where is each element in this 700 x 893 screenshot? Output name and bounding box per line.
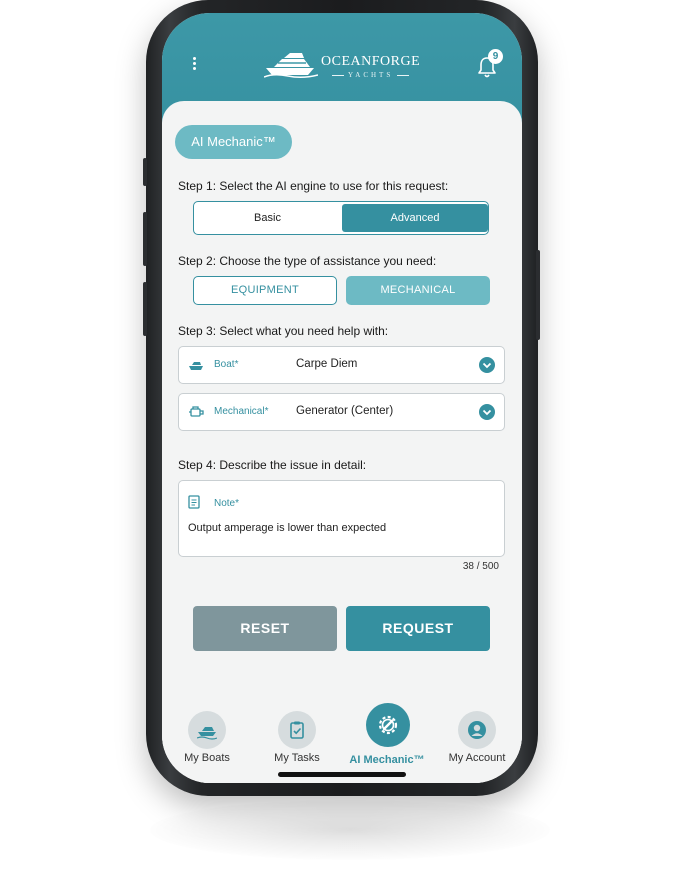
home-indicator bbox=[278, 772, 406, 777]
boat-select-value: Carpe Diem bbox=[296, 358, 358, 370]
boat-icon bbox=[188, 711, 226, 749]
volume-up-button bbox=[143, 212, 147, 266]
tab-label: My Tasks bbox=[274, 752, 320, 764]
floor-shadow bbox=[150, 800, 550, 860]
step4-label: Step 4: Describe the issue in detail: bbox=[178, 458, 367, 472]
tab-my-tasks[interactable]: My Tasks bbox=[252, 709, 342, 769]
brand-logo: OCEANFORGE YACHTS bbox=[264, 47, 424, 87]
page-title: AI Mechanic™ bbox=[175, 125, 292, 159]
engine-advanced-option[interactable]: Advanced bbox=[342, 204, 488, 232]
chevron-down-icon[interactable] bbox=[479, 357, 495, 373]
person-icon bbox=[458, 711, 496, 749]
tab-label: My Boats bbox=[184, 752, 230, 764]
more-menu-icon[interactable] bbox=[190, 55, 198, 75]
note-text[interactable]: Output amperage is lower than expected bbox=[188, 522, 386, 534]
chevron-down-icon[interactable] bbox=[479, 404, 495, 420]
note-label: Note* bbox=[214, 498, 240, 509]
issue-description-field[interactable]: Note* Output amperage is lower than expe… bbox=[178, 480, 505, 557]
boat-icon bbox=[189, 362, 203, 370]
tab-ai-mechanic[interactable]: AI Mechanic™ bbox=[342, 703, 432, 769]
brand-name: OCEANFORGE bbox=[321, 54, 421, 69]
power-button bbox=[536, 250, 540, 340]
tab-label: AI Mechanic™ bbox=[349, 754, 425, 766]
character-counter: 38 / 500 bbox=[462, 561, 499, 572]
equipment-type-button[interactable]: EQUIPMENT bbox=[193, 276, 337, 305]
tab-my-boats[interactable]: My Boats bbox=[162, 709, 252, 769]
phone-screen: OCEANFORGE YACHTS 9 AI Mechanic™ Step 1:… bbox=[162, 13, 522, 783]
step3-label: Step 3: Select what you need help with: bbox=[178, 324, 389, 338]
ai-engine-toggle: Basic Advanced bbox=[193, 201, 489, 235]
notification-count-badge: 9 bbox=[488, 49, 503, 64]
engine-basic-option[interactable]: Basic bbox=[194, 202, 341, 234]
mute-switch bbox=[143, 158, 147, 186]
yacht-logo-icon bbox=[264, 53, 318, 79]
engine-icon bbox=[189, 406, 204, 417]
mechanical-select-label: Mechanical* bbox=[214, 406, 269, 417]
note-icon bbox=[188, 495, 200, 509]
tab-my-account[interactable]: My Account bbox=[432, 709, 522, 769]
mechanical-type-button[interactable]: MECHANICAL bbox=[346, 276, 490, 305]
mechanical-select[interactable]: Mechanical* Generator (Center) bbox=[178, 393, 505, 431]
boat-select-label: Boat* bbox=[214, 359, 239, 370]
volume-down-button bbox=[143, 282, 147, 336]
phone-frame: OCEANFORGE YACHTS 9 AI Mechanic™ Step 1:… bbox=[143, 0, 540, 796]
clipboard-icon bbox=[278, 711, 316, 749]
mechanical-select-value: Generator (Center) bbox=[296, 405, 394, 417]
request-button[interactable]: REQUEST bbox=[346, 606, 490, 651]
step2-label: Step 2: Choose the type of assistance yo… bbox=[178, 254, 437, 268]
boat-select[interactable]: Boat* Carpe Diem bbox=[178, 346, 505, 384]
step1-label: Step 1: Select the AI engine to use for … bbox=[178, 179, 449, 193]
reset-button[interactable]: RESET bbox=[193, 606, 337, 651]
tab-label: My Account bbox=[448, 752, 506, 764]
brand-subtitle: YACHTS bbox=[328, 71, 413, 79]
wrench-gear-icon bbox=[366, 703, 410, 747]
